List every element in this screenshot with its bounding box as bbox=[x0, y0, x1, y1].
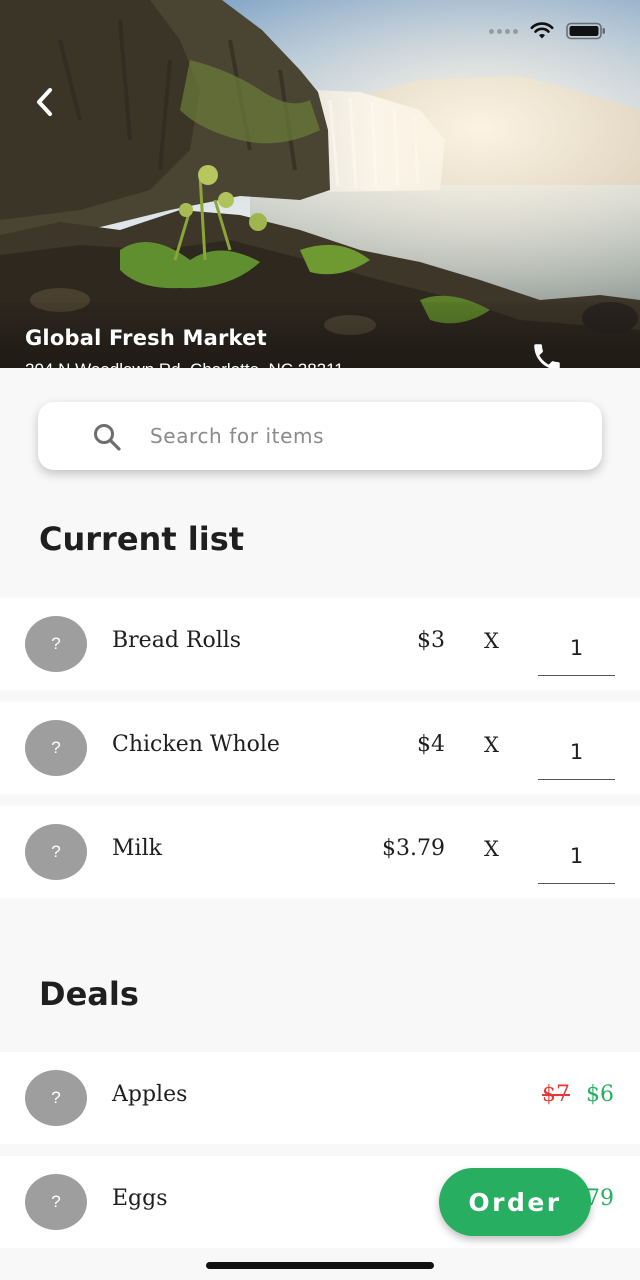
item-price: $3 bbox=[417, 628, 445, 653]
item-name: Milk bbox=[112, 836, 162, 861]
item-avatar: ? bbox=[25, 616, 87, 672]
call-store-button[interactable] bbox=[530, 340, 564, 368]
item-price: $4 bbox=[417, 732, 445, 757]
store-address: 204 N Woodlawn Rd, Charlotte, NC 28211 bbox=[25, 360, 344, 368]
item-name: Apples bbox=[112, 1082, 188, 1107]
store-header: Global Fresh Market 204 N Woodlawn Rd, C… bbox=[0, 0, 640, 368]
list-item[interactable]: ? Chicken Whole $4 X bbox=[0, 702, 640, 794]
home-indicator bbox=[206, 1262, 434, 1269]
item-avatar: ? bbox=[25, 824, 87, 880]
multiply-sign: X bbox=[484, 837, 499, 861]
deals-title: Deals bbox=[39, 975, 139, 1013]
search-input[interactable] bbox=[150, 416, 580, 456]
item-avatar: ? bbox=[25, 1174, 87, 1230]
item-name: Bread Rolls bbox=[112, 628, 242, 653]
list-item[interactable]: ? Milk $3.79 X bbox=[0, 806, 640, 898]
item-price: $3.79 bbox=[382, 836, 445, 861]
search-bar[interactable] bbox=[38, 402, 602, 470]
phone-icon bbox=[534, 344, 560, 368]
cellular-signal-icon bbox=[489, 28, 518, 34]
quantity-field[interactable] bbox=[538, 724, 615, 780]
deal-price: $6 bbox=[586, 1082, 614, 1107]
quantity-field[interactable] bbox=[538, 620, 615, 676]
wifi-icon bbox=[530, 22, 554, 39]
current-list-title: Current list bbox=[39, 520, 245, 558]
quantity-field[interactable] bbox=[538, 828, 615, 884]
store-name: Global Fresh Market bbox=[25, 326, 267, 350]
deal-item[interactable]: ? Apples $7 $6 bbox=[0, 1052, 640, 1144]
chevron-left-icon bbox=[37, 88, 52, 116]
order-button[interactable]: Order bbox=[439, 1168, 591, 1236]
status-bar bbox=[489, 22, 606, 40]
battery-icon bbox=[566, 22, 605, 40]
back-button[interactable] bbox=[28, 84, 64, 120]
item-name: Chicken Whole bbox=[112, 732, 280, 757]
multiply-sign: X bbox=[484, 629, 499, 653]
original-price: $7 bbox=[542, 1082, 570, 1107]
item-avatar: ? bbox=[25, 720, 87, 776]
item-name: Eggs bbox=[112, 1186, 168, 1211]
multiply-sign: X bbox=[484, 733, 499, 757]
search-icon bbox=[94, 424, 121, 451]
item-avatar: ? bbox=[25, 1070, 87, 1126]
list-item[interactable]: ? Bread Rolls $3 X bbox=[0, 598, 640, 690]
